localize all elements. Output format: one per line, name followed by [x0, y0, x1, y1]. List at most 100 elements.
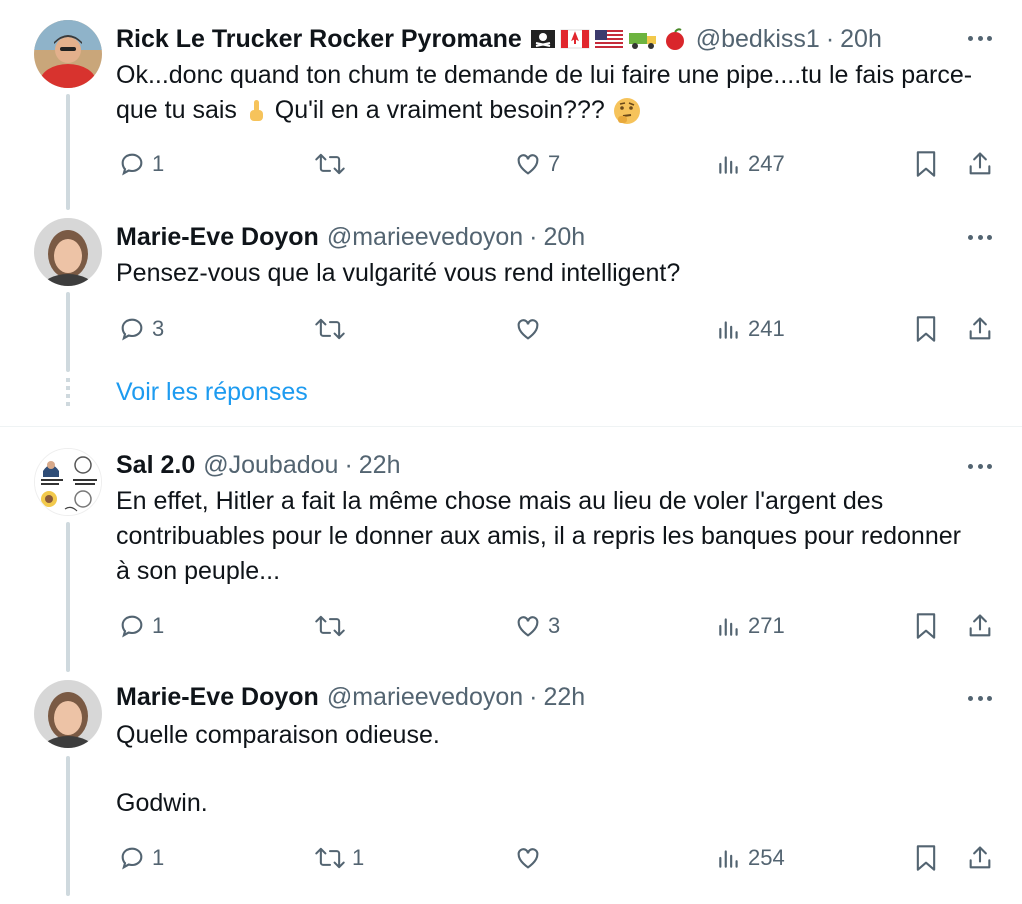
tweet-text-part: Qu'il en a vraiment besoin???: [267, 96, 612, 124]
tweet-text: Pensez-vous que la vulgarité vous rend i…: [116, 259, 681, 287]
more-options-icon[interactable]: [964, 225, 996, 249]
author-name[interactable]: Rick Le Trucker Rocker Pyromane: [116, 25, 522, 54]
more-options-icon[interactable]: [964, 26, 996, 50]
reply-icon: [121, 153, 143, 176]
tweet-header: Marie-Eve Doyon @marieevedoyon · 22h: [116, 680, 585, 714]
tweet-actions: 1 7 247: [0, 146, 1022, 182]
tweet-text-line: Quelle comparaison odieuse.: [116, 721, 440, 749]
pointing-up-emoji: [249, 100, 263, 122]
name-emojis: [530, 27, 688, 51]
bookmark-button[interactable]: [914, 840, 938, 876]
reply-icon: [121, 318, 143, 341]
show-replies-link[interactable]: Voir les réponses: [116, 378, 308, 407]
timestamp[interactable]: 22h: [359, 451, 401, 480]
reply-icon: [121, 847, 143, 870]
bookmark-button[interactable]: [914, 608, 938, 644]
truck-emoji: [628, 33, 656, 49]
tweet-actions: 1 1 254: [0, 840, 1022, 876]
thinking-face-emoji: [613, 98, 640, 125]
heart-icon: [517, 154, 539, 175]
avatar[interactable]: [34, 20, 102, 88]
view-count: 247: [748, 151, 785, 176]
author-handle[interactable]: @marieevedoyon: [327, 683, 523, 712]
retweet-icon: [315, 318, 345, 340]
like-button[interactable]: [514, 840, 548, 876]
reply-count: 1: [152, 151, 165, 176]
view-count: 271: [748, 613, 785, 638]
bookmark-icon: [916, 613, 936, 639]
tweet-text: Ok...donc quand ton chum te demande de l…: [116, 58, 976, 128]
apple-emoji: [665, 28, 684, 50]
views-icon: [719, 156, 738, 174]
heart-icon: [517, 616, 539, 637]
share-icon: [969, 317, 991, 340]
separator: ·: [344, 450, 353, 479]
reply-count: 1: [152, 845, 165, 870]
views-button[interactable]: 241: [716, 311, 785, 347]
bookmark-icon: [916, 316, 936, 342]
canada-flag-emoji: [560, 29, 590, 49]
timestamp[interactable]: 22h: [544, 683, 586, 712]
views-button[interactable]: 254: [716, 840, 785, 876]
views-button[interactable]: 247: [716, 146, 785, 182]
reply-count: 3: [152, 316, 165, 341]
avatar[interactable]: [34, 448, 102, 516]
share-icon: [969, 614, 991, 637]
retweet-button[interactable]: [314, 146, 352, 182]
timestamp[interactable]: 20h: [544, 223, 586, 252]
view-count: 241: [748, 316, 785, 341]
timestamp[interactable]: 20h: [840, 25, 882, 54]
tweet-text: En effet, Hitler a fait la même chose ma…: [116, 487, 961, 585]
retweet-button[interactable]: [314, 608, 352, 644]
reply-thread: Rick Le Trucker Rocker Pyromane @bedkiss…: [0, 0, 1022, 904]
retweet-icon: [315, 153, 345, 175]
share-button[interactable]: [966, 608, 994, 644]
reply-button[interactable]: 3: [118, 311, 164, 347]
tweet-header: Sal 2.0 @Joubadou · 22h: [116, 448, 401, 482]
tweet-actions: 3 241: [0, 311, 1022, 347]
bookmark-button[interactable]: [914, 311, 938, 347]
author-name[interactable]: Marie-Eve Doyon: [116, 683, 319, 712]
more-options-icon[interactable]: [964, 686, 996, 710]
thread-dots: [66, 378, 70, 408]
reply-button[interactable]: 1: [118, 840, 164, 876]
more-options-icon[interactable]: [964, 454, 996, 478]
reply-count: 1: [152, 613, 165, 638]
like-button[interactable]: 3: [514, 608, 560, 644]
author-handle[interactable]: @Joubadou: [203, 451, 338, 480]
retweet-icon: [315, 615, 345, 637]
views-icon: [719, 850, 738, 868]
views-icon: [719, 321, 738, 339]
avatar[interactable]: [34, 218, 102, 286]
retweet-count: 1: [352, 845, 365, 870]
author-name[interactable]: Sal 2.0: [116, 451, 195, 480]
share-button[interactable]: [966, 146, 994, 182]
author-name[interactable]: Marie-Eve Doyon: [116, 223, 319, 252]
avatar[interactable]: [34, 680, 102, 748]
like-button[interactable]: [514, 311, 548, 347]
author-handle[interactable]: @bedkiss1: [696, 25, 820, 54]
share-icon: [969, 152, 991, 175]
heart-icon: [517, 848, 539, 869]
views-button[interactable]: 271: [716, 608, 785, 644]
views-icon: [719, 618, 738, 636]
view-count: 254: [748, 845, 785, 870]
like-button[interactable]: 7: [514, 146, 560, 182]
bookmark-button[interactable]: [914, 146, 938, 182]
retweet-icon: [315, 847, 345, 869]
reply-button[interactable]: 1: [118, 608, 164, 644]
tweet-header: Rick Le Trucker Rocker Pyromane @bedkiss…: [116, 22, 882, 56]
separator: ·: [825, 24, 835, 53]
heart-icon: [517, 319, 539, 340]
retweet-button[interactable]: 1: [314, 840, 364, 876]
like-count: 7: [548, 151, 561, 176]
thread-line: [66, 522, 70, 672]
share-button[interactable]: [966, 311, 994, 347]
author-handle[interactable]: @marieevedoyon: [327, 223, 523, 252]
reply-button[interactable]: 1: [118, 146, 164, 182]
pirate-flag-emoji: [530, 30, 555, 48]
reply-icon: [121, 615, 143, 638]
retweet-button[interactable]: [314, 311, 352, 347]
share-button[interactable]: [966, 840, 994, 876]
bookmark-icon: [916, 845, 936, 871]
